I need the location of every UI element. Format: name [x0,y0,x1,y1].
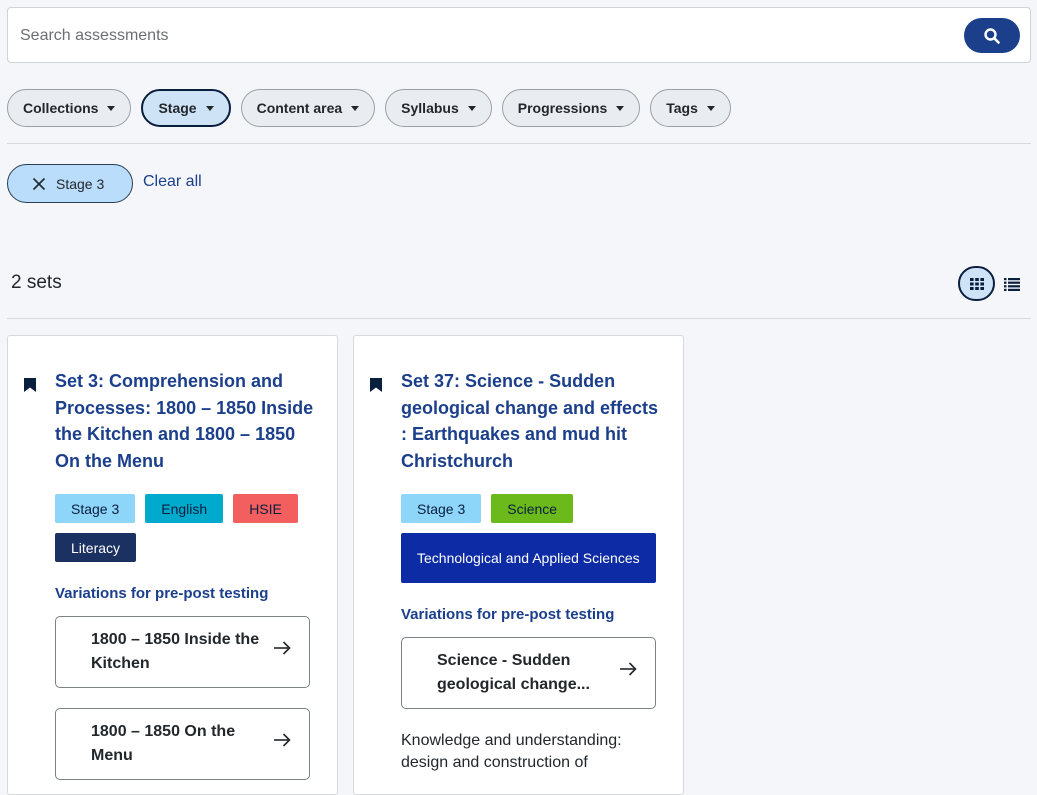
variation-button[interactable]: 1800 – 1850 Inside the Kitchen [55,616,310,688]
search-icon [984,27,1000,44]
card-title[interactable]: Set 3: Comprehension and Processes: 1800… [55,368,315,474]
search-bar [7,7,1031,63]
list-view-toggle[interactable] [1002,274,1022,294]
grid-view-toggle[interactable] [958,266,995,301]
divider [7,318,1031,319]
filter-stage[interactable]: Stage [141,89,231,127]
caret-down-icon [351,105,360,111]
variation-label: Science - Sudden geological change... [437,652,590,693]
variation-button[interactable]: Science - Sudden geological change... [401,637,656,709]
active-filter-chip[interactable]: Stage 3 [7,164,133,203]
card-title[interactable]: Set 37: Science - Sudden geological chan… [401,368,661,474]
filter-label: Content area [256,100,343,116]
caret-down-icon [616,105,625,111]
filter-collections[interactable]: Collections [7,89,132,127]
caret-down-icon [205,105,214,111]
tag-stage: Stage 3 [401,494,482,523]
bookmark-icon[interactable] [24,378,36,392]
list-icon [1004,277,1020,291]
tag-hsie: HSIE [233,494,298,523]
filter-label: Progressions [517,100,608,116]
filter-label: Collections [23,100,99,116]
tag-english: English [145,494,224,523]
grid-icon [969,277,984,290]
filter-bar: Collections Stage Content area Syllabus … [7,89,731,127]
arrow-right-icon [620,662,637,676]
caret-down-icon [706,105,715,111]
tag-technological-applied-sciences: Technological and Applied Sciences [401,533,656,583]
filter-label: Syllabus [401,100,459,116]
arrow-right-icon [274,641,291,655]
filter-progressions[interactable]: Progressions [501,89,641,127]
arrow-right-icon [274,733,291,747]
tag-stage: Stage 3 [55,494,136,523]
variations-heading: Variations for pre-post testing [55,585,269,602]
assessment-card: Set 37: Science - Sudden geological chan… [353,335,684,795]
clear-all-link[interactable]: Clear all [143,173,202,191]
results-count: 2 sets [11,272,62,293]
assessment-card: Set 3: Comprehension and Processes: 1800… [7,335,338,795]
filter-syllabus[interactable]: Syllabus [385,89,492,127]
filter-content-area[interactable]: Content area [240,89,376,127]
tag-list: Stage 3 Science Technological and Applie… [401,494,661,583]
variation-button[interactable]: 1800 – 1850 On the Menu [55,708,310,780]
search-button[interactable] [964,18,1020,53]
filter-label: Tags [666,100,698,116]
tag-literacy: Literacy [55,533,137,562]
caret-down-icon [107,105,116,111]
search-input[interactable] [20,22,920,50]
chip-label: Stage 3 [56,175,105,192]
close-icon [32,177,46,190]
filter-tags[interactable]: Tags [650,89,731,127]
tag-science: Science [491,494,574,523]
bookmark-icon[interactable] [370,378,382,392]
filter-label: Stage [158,100,197,116]
caret-down-icon [467,105,476,111]
card-description: Knowledge and understanding: design and … [401,732,622,771]
divider [7,143,1031,144]
tag-list: Stage 3 English HSIE Literacy [55,494,315,562]
variation-label: 1800 – 1850 Inside the Kitchen [91,631,260,672]
variations-heading: Variations for pre-post testing [401,606,615,623]
variation-label: 1800 – 1850 On the Menu [91,723,236,764]
